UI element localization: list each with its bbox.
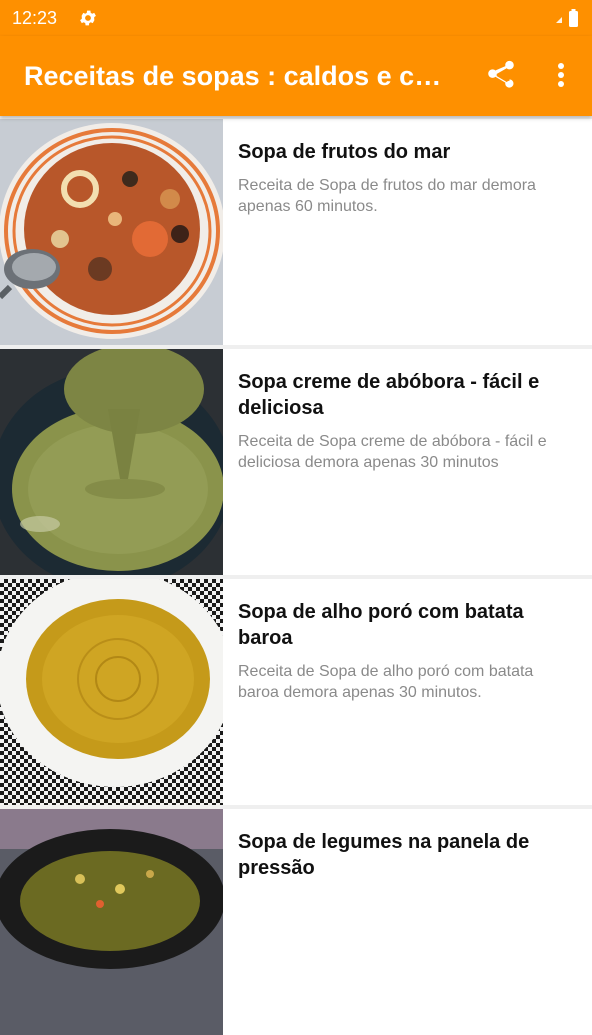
recipe-title: Sopa de alho poró com batata baroa (238, 601, 524, 649)
recipe-title: Sopa de frutos do mar (238, 141, 451, 163)
share-button[interactable] (484, 58, 518, 92)
recipe-title: Sopa de legumes na panela de pressão (238, 831, 530, 879)
recipe-title: Sopa creme de abóbora - fácil e delicios… (238, 371, 540, 419)
recipe-image (0, 349, 223, 575)
gear-icon (78, 8, 98, 28)
recipe-description: Receita de Sopa creme de abóbora - fácil… (238, 433, 547, 471)
status-bar: 12:23 (0, 0, 592, 36)
app-title: Receitas de sopas : caldos e caldinhos (24, 61, 454, 91)
recipe-image (0, 119, 223, 345)
more-options-button[interactable] (546, 58, 576, 92)
app-bar: Receitas de sopas : caldos e caldinhos (0, 36, 592, 116)
recipe-text: Sopa de legumes na panela de pressão (238, 829, 576, 891)
status-time: 12:23 (12, 8, 58, 28)
recipe-description: Receita de Sopa de frutos do mar demora … (238, 177, 536, 215)
share-icon (488, 60, 514, 88)
battery-icon (542, 7, 582, 29)
recipe-image (0, 809, 223, 1035)
recipe-text: Sopa de frutos do mar Receita de Sopa de… (238, 139, 576, 217)
recipe-card[interactable]: Sopa creme de abóbora - fácil e delicios… (0, 349, 592, 575)
recipe-image (0, 579, 223, 805)
recipe-description: Receita de Sopa de alho poró com batata … (238, 663, 534, 701)
recipe-text: Sopa de alho poró com batata baroa Recei… (238, 599, 576, 703)
recipe-card[interactable]: Sopa de legumes na panela de pressão (0, 809, 592, 1035)
more-vert-icon (558, 63, 564, 87)
recipe-text: Sopa creme de abóbora - fácil e delicios… (238, 369, 576, 473)
recipe-card[interactable]: Sopa de frutos do mar Receita de Sopa de… (0, 119, 592, 345)
recipe-card[interactable]: Sopa de alho poró com batata baroa Recei… (0, 579, 592, 805)
